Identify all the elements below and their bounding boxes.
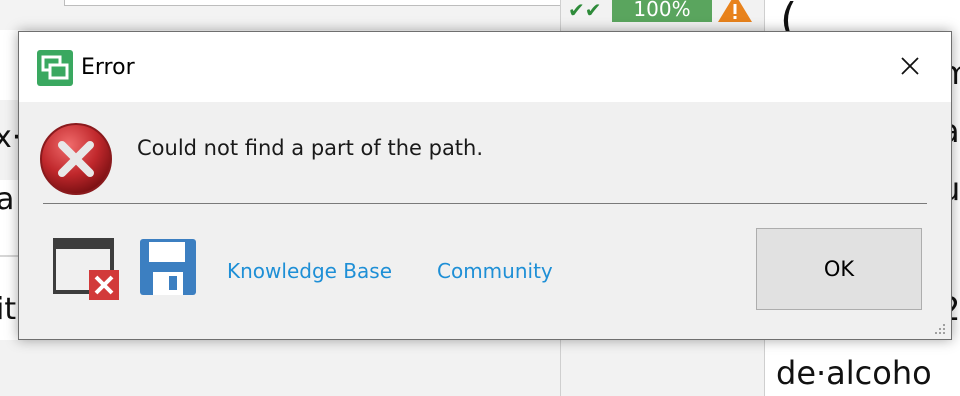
double-check-icon: ✔✔ xyxy=(568,0,602,22)
error-dialog: Error Could not find a part of the path. xyxy=(18,31,952,340)
dialog-body: Could not find a part of the path. Knowl… xyxy=(19,102,951,339)
app-logo-icon xyxy=(37,50,73,86)
dialog-titlebar[interactable]: Error xyxy=(19,32,951,102)
community-link[interactable]: Community xyxy=(437,258,553,284)
warning-icon xyxy=(718,0,752,22)
background-toolbar-inner xyxy=(64,0,562,6)
error-message: Could not find a part of the path. xyxy=(137,136,484,160)
save-icon[interactable] xyxy=(139,238,197,296)
background-toolbar-strip xyxy=(0,0,562,30)
resize-grip-icon[interactable] xyxy=(931,320,947,336)
background-row-band xyxy=(0,340,560,396)
window-error-icon[interactable] xyxy=(53,238,119,302)
ok-button[interactable]: OK xyxy=(756,228,922,310)
background-text: it xyxy=(0,292,17,327)
background-text: de·alcoho xyxy=(776,354,932,392)
knowledge-base-link[interactable]: Knowledge Base xyxy=(227,258,392,284)
close-icon xyxy=(901,57,919,75)
error-icon xyxy=(40,123,112,195)
dialog-separator xyxy=(43,203,927,204)
background-text: a xyxy=(0,182,15,217)
background-status-bar: ✔✔ 100% xyxy=(566,0,756,24)
close-button[interactable] xyxy=(887,46,933,86)
dialog-title: Error xyxy=(81,55,135,80)
status-percent: 100% xyxy=(612,0,712,22)
